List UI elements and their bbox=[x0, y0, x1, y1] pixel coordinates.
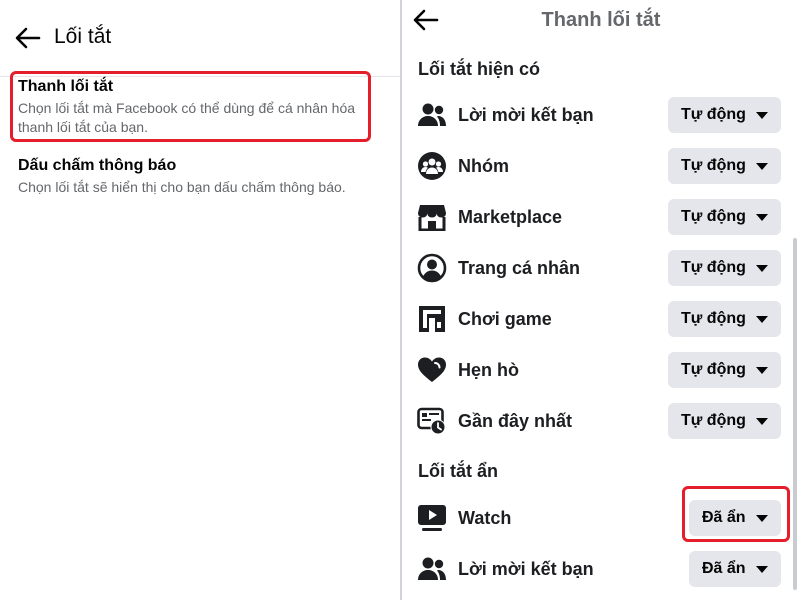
groups-icon bbox=[416, 150, 448, 182]
shortcut-label: Lời mời kết bạn bbox=[458, 559, 594, 579]
section-hidden-shortcuts: Lối tắt ẩn bbox=[418, 461, 498, 481]
shortcut-row: Nhóm Tự động bbox=[402, 143, 798, 189]
visibility-dropdown[interactable]: Tự động bbox=[668, 148, 781, 184]
dropdown-value: Đã ẩn bbox=[702, 560, 746, 577]
watch-icon bbox=[416, 502, 448, 534]
shortcut-row: Watch Đã ẩn bbox=[402, 495, 798, 541]
header: Lối tắt bbox=[0, 0, 400, 77]
shortcut-label: Trang cá nhân bbox=[458, 258, 581, 278]
back-arrow-icon bbox=[15, 27, 41, 49]
visibility-dropdown[interactable]: Tự động bbox=[668, 250, 781, 286]
back-button[interactable] bbox=[12, 22, 44, 54]
option-shortcut-bar[interactable]: Thanh lối tắt Chọn lối tắt mà Facebook c… bbox=[18, 78, 388, 137]
dating-icon bbox=[416, 354, 448, 386]
shortcut-label: Marketplace bbox=[458, 207, 563, 227]
profile-icon bbox=[416, 252, 448, 284]
caret-down-icon bbox=[755, 366, 768, 374]
shortcut-row: Lời mời kết bạn Đã ẩn bbox=[402, 546, 798, 592]
option-description: Chọn lối tắt sẽ hiển thị cho bạn dấu chấ… bbox=[18, 179, 346, 195]
dropdown-value: Tự động bbox=[681, 106, 746, 123]
shortcut-label: Hẹn hò bbox=[458, 360, 519, 380]
dropdown-value: Tự động bbox=[681, 310, 746, 327]
dropdown-value: Tự động bbox=[681, 361, 746, 378]
marketplace-icon bbox=[416, 201, 448, 233]
friends-icon bbox=[416, 553, 448, 585]
visibility-dropdown[interactable]: Đã ẩn bbox=[689, 500, 781, 536]
friends-icon bbox=[416, 99, 448, 131]
dropdown-value: Tự động bbox=[681, 412, 746, 429]
shortcut-row: Hẹn hò Tự động bbox=[402, 347, 798, 393]
option-title: Thanh lối tắt bbox=[18, 78, 114, 95]
most-recent-icon bbox=[416, 405, 448, 437]
caret-down-icon bbox=[755, 417, 768, 425]
section-visible-shortcuts: Lối tắt hiện có bbox=[418, 59, 541, 79]
dropdown-value: Tự động bbox=[681, 259, 746, 276]
shortcut-bar-screen: Thanh lối tắt Lối tắt hiện có Lời mời kế… bbox=[402, 0, 800, 600]
visibility-dropdown[interactable]: Tự động bbox=[668, 301, 781, 337]
shortcut-label: Lời mời kết bạn bbox=[458, 105, 594, 125]
caret-down-icon bbox=[755, 315, 768, 323]
visibility-dropdown[interactable]: Tự động bbox=[668, 199, 781, 235]
shortcut-label: Watch bbox=[458, 508, 512, 528]
gaming-icon bbox=[416, 303, 448, 335]
shortcut-label: Gần đây nhất bbox=[458, 411, 573, 431]
dropdown-value: Tự động bbox=[681, 157, 746, 174]
option-description: Chọn lối tắt mà Facebook có thể dùng để … bbox=[18, 100, 356, 135]
caret-down-icon bbox=[755, 213, 768, 221]
visibility-dropdown[interactable]: Tự động bbox=[668, 403, 781, 439]
shortcut-row: Lời mời kết bạn Tự động bbox=[402, 92, 798, 138]
shortcut-label: Chơi game bbox=[458, 309, 552, 329]
shortcut-row: Trang cá nhân Tự động bbox=[402, 245, 798, 291]
header: Thanh lối tắt bbox=[402, 0, 800, 44]
visibility-dropdown[interactable]: Tự động bbox=[668, 352, 781, 388]
visibility-dropdown[interactable]: Tự động bbox=[668, 97, 781, 133]
caret-down-icon bbox=[755, 514, 768, 522]
caret-down-icon bbox=[755, 111, 768, 119]
visibility-dropdown[interactable]: Đã ẩn bbox=[689, 551, 781, 587]
option-notification-dots[interactable]: Dấu chấm thông báo Chọn lối tắt sẽ hiển … bbox=[18, 157, 388, 197]
shortcut-row: Gần đây nhất Tự động bbox=[402, 398, 798, 444]
dropdown-value: Đã ẩn bbox=[702, 509, 746, 526]
page-title: Lối tắt bbox=[54, 25, 112, 48]
page-title: Thanh lối tắt bbox=[541, 9, 661, 31]
caret-down-icon bbox=[755, 264, 768, 272]
scrollbar[interactable] bbox=[793, 238, 797, 590]
shortcut-row: Chơi game Tự động bbox=[402, 296, 798, 342]
option-title: Dấu chấm thông báo bbox=[18, 157, 177, 174]
caret-down-icon bbox=[755, 565, 768, 573]
shortcut-row: Marketplace Tự động bbox=[402, 194, 798, 240]
shortcuts-screen: Lối tắt Thanh lối tắt Chọn lối tắt mà Fa… bbox=[0, 0, 400, 600]
dropdown-value: Tự động bbox=[681, 208, 746, 225]
caret-down-icon bbox=[755, 162, 768, 170]
shortcut-label: Nhóm bbox=[458, 156, 509, 176]
